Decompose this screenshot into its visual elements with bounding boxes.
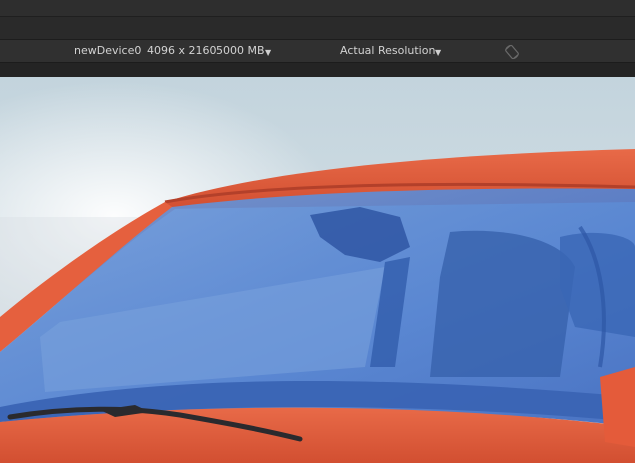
device-name-dropdown[interactable]: newDevice0 (74, 45, 141, 57)
device-toolbar: newDevice0 4096 x 2160 5000 MB ▼ Actual … (0, 40, 635, 63)
car-render-image (0, 77, 635, 463)
memory-dropdown[interactable]: 5000 MB (216, 45, 265, 57)
rotate-device-icon[interactable] (504, 44, 520, 60)
window-top-bar (0, 0, 635, 17)
scale-mode-dropdown[interactable]: Actual Resolution (340, 45, 435, 57)
secondary-bar (0, 17, 635, 40)
caret-down-icon[interactable]: ▼ (265, 47, 271, 59)
viewport-top-strip (0, 63, 635, 77)
render-viewport[interactable] (0, 77, 635, 463)
caret-down-icon[interactable]: ▼ (435, 47, 441, 59)
resolution-label: 4096 x 2160 (147, 44, 217, 57)
